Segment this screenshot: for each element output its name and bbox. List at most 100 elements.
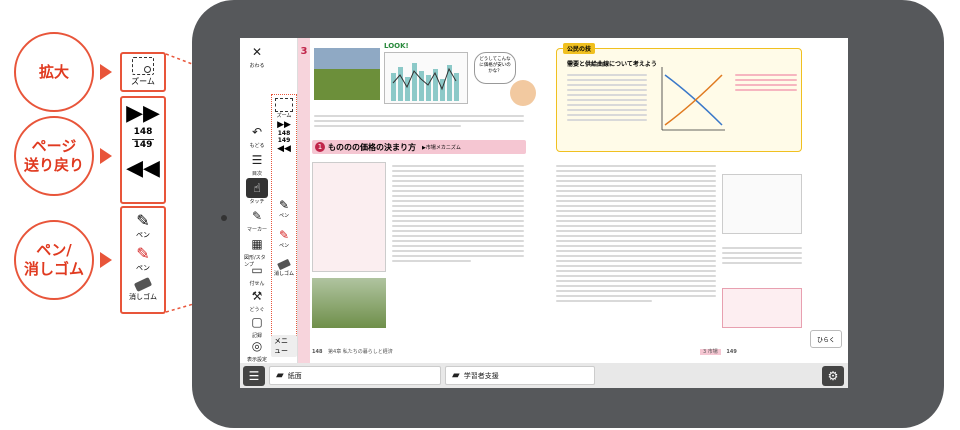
zoom-label-small: ズーム <box>276 113 292 119</box>
page-nav-small[interactable]: ▶▶ 148 149 ◀◀ <box>271 120 297 154</box>
eraser-label-small: 消しゴム <box>273 271 294 277</box>
stamp-icon: ▦ <box>251 237 263 251</box>
display-settings-button[interactable]: ◎ 表示設定 <box>244 336 270 363</box>
marker-icon: ✎ <box>251 209 263 223</box>
pen-red-icon-small: ✎ <box>278 228 290 242</box>
page-number-left: 148 <box>312 349 323 355</box>
sweater-diagram <box>312 162 386 272</box>
zoom-icon[interactable] <box>132 57 154 75</box>
marker-button[interactable]: ✎ マーカー <box>244 206 270 233</box>
zoom-icon-small <box>275 98 293 112</box>
price-chart <box>384 52 468 104</box>
section-header: 1 もののの価格の決まり方 ▶市場メカニズム <box>312 140 526 154</box>
page-top-small: 148 <box>277 130 291 137</box>
skill-box: 公民の技 需要と供給曲線について考えよう <box>556 43 802 152</box>
book-icon-2: ▰ <box>452 370 460 381</box>
book-icon: ▰ <box>276 370 284 381</box>
folder-icon: ▢ <box>251 315 263 329</box>
supply-demand-chart <box>661 67 725 131</box>
settings-gear-button[interactable]: ⚙ <box>822 365 844 386</box>
back-label: もどる <box>249 143 265 149</box>
pen-button-small[interactable]: ✎ ペン <box>271 198 297 219</box>
back-button[interactable]: ↶ もどる <box>244 122 270 149</box>
callout-page-nav-arrow <box>100 148 112 164</box>
tablet-screen: ✕ おわる ↶ もどる ☰ 目次 ☝ タッチ ✎ マーカー ▦ 図形/スタンプ ▭ 付せん ⚒… <box>240 38 848 388</box>
footer-tag-right: 3 市場 <box>700 349 721 355</box>
footer-text-left: 第4章 私たちの暮らしと経済 <box>328 349 393 355</box>
tab-learning-support-label: 学習者支援 <box>463 371 499 380</box>
hamburger-menu-button[interactable]: ☰ <box>243 365 265 386</box>
side-graph <box>722 174 802 234</box>
close-button[interactable]: ✕ おわる <box>244 42 270 69</box>
toc-button[interactable]: ☰ 目次 <box>244 150 270 177</box>
section-sub: ▶市場メカニズム <box>422 144 461 151</box>
zoom-panel-pen-eraser: ✎ ペン ✎ ペン 消しゴム <box>120 206 166 314</box>
record-button[interactable]: ▢ 記録 <box>244 312 270 339</box>
bottom-bar: ☰ ▰ 紙面 ▰ 学習者支援 ⚙ <box>240 363 848 388</box>
thought-bubble: どうしてこんなに価格が安いのかな？ <box>474 52 516 84</box>
page-number-right: 149 <box>726 349 737 355</box>
pen-red-label: ペン <box>136 264 150 272</box>
zoom-button[interactable]: ズーム <box>271 98 297 119</box>
pen-red-icon[interactable]: ✎ <box>136 244 149 263</box>
fusen-button[interactable]: ▭ 付せん <box>244 260 270 287</box>
page-footer-left: 148 第4章 私たちの暮らしと経済 <box>312 348 393 355</box>
skill-box-subtitle: 需要と供給曲線について考えよう <box>567 61 657 68</box>
display-icon: ◎ <box>251 339 263 353</box>
eraser-button-small[interactable]: 消しゴム <box>271 258 297 277</box>
pen-black-icon[interactable]: ✎ <box>136 211 149 230</box>
pen-label-small: ペン <box>278 213 289 219</box>
tools-button[interactable]: ⚒ どうぐ <box>244 286 270 313</box>
section-number: 1 <box>315 142 325 152</box>
tab-paper-label: 紙面 <box>287 371 302 380</box>
hand-icon: ☝ <box>246 178 268 198</box>
chapter-number: 3 <box>300 46 308 57</box>
callout-zoom-arrow <box>100 64 112 80</box>
display-label: 表示設定 <box>246 357 267 363</box>
zoom-panel-page-nav: ▶▶ 148 149 ◀◀ <box>120 96 166 204</box>
page-forward-icon[interactable]: ▶▶ <box>122 102 164 126</box>
toc-label: 目次 <box>251 171 262 177</box>
chapter-tab: 3 <box>298 38 310 363</box>
pen-black-label: ペン <box>136 231 150 239</box>
list-icon: ☰ <box>251 153 263 167</box>
close-icon: ✕ <box>251 45 263 59</box>
pen2-button-small[interactable]: ✎ ペン <box>271 228 297 249</box>
callout-pen-eraser: ペン/ 消しゴム <box>14 220 94 300</box>
section-title: もののの価格の決まり方 <box>328 142 416 152</box>
close-label: おわる <box>249 63 265 69</box>
sticky-note-icon: ▭ <box>251 263 263 277</box>
zoom-panel-zoom: ズーム <box>120 52 166 92</box>
menu-label[interactable]: メニュー <box>271 335 297 357</box>
page-footer-right: 3 市場 149 <box>700 348 737 355</box>
note-box <box>722 288 802 328</box>
chart-svg <box>391 63 459 101</box>
side-toolbar: ✕ おわる ↶ もどる ☰ 目次 ☝ タッチ ✎ マーカー ▦ 図形/スタンプ ▭ 付せん ⚒… <box>240 38 298 363</box>
farm-photo <box>312 278 386 328</box>
tab-learning-support[interactable]: ▰ 学習者支援 <box>445 366 595 385</box>
cabbage-photo <box>314 48 380 100</box>
pen2-label-small: ペン <box>278 243 289 249</box>
back-icon: ↶ <box>251 125 263 139</box>
tools-icon: ⚒ <box>251 289 263 303</box>
marker-label: マーカー <box>246 227 267 233</box>
eraser-icon[interactable] <box>133 277 153 292</box>
textbook-page-right: 公民の技 需要と供給曲線について考えよう 3 市場 149 <box>550 38 808 363</box>
eraser-label: 消しゴム <box>129 293 157 301</box>
backward-icon-small: ◀◀ <box>277 144 291 154</box>
page-number-top: 148 <box>133 127 153 137</box>
pen-icon-small: ✎ <box>278 198 290 212</box>
callout-page-nav: ページ 送り戻り <box>14 116 94 196</box>
page-back-icon[interactable]: ◀◀ <box>122 156 164 181</box>
page-number-bottom: 149 <box>133 139 153 150</box>
open-button[interactable]: ひらく <box>810 330 842 348</box>
textbook-page-left: 3 どうしてこんなに価格が安いのかな？ LOOK! 1 もののの価格の決まり方 … <box>298 38 570 363</box>
callout-pen-eraser-arrow <box>100 252 112 268</box>
tab-paper[interactable]: ▰ 紙面 <box>269 366 441 385</box>
callout-zoom: 拡大 <box>14 32 94 112</box>
pointer-button[interactable]: ☝ タッチ <box>244 178 270 205</box>
page-bottom-small: 149 <box>277 137 291 144</box>
eraser-icon-small <box>277 258 291 271</box>
zoom-label: ズーム <box>131 77 155 86</box>
pointer-label: タッチ <box>249 199 265 205</box>
